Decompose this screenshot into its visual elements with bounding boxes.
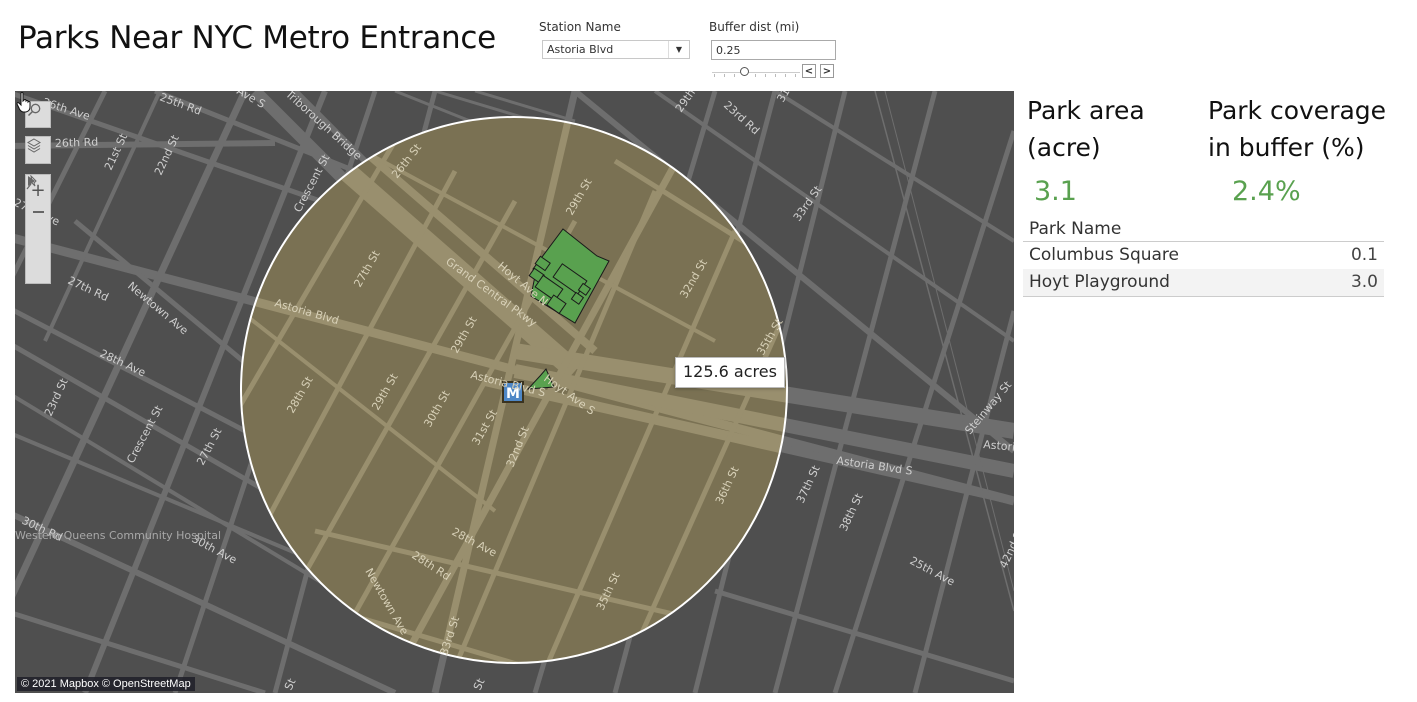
map-attribution[interactable]: © 2021 Mapbox © OpenStreetMap (17, 677, 195, 691)
slider-tick (755, 74, 756, 77)
park-acres: 0.1 (1350, 245, 1378, 265)
map-layers-button[interactable] (25, 136, 51, 164)
park-acres: 3.0 (1350, 272, 1378, 292)
street-label: 23rd Rd (721, 99, 762, 138)
park-name: Columbus Square (1029, 245, 1180, 265)
minus-icon (32, 211, 44, 213)
street-label: 26th Rd (55, 135, 99, 150)
chevron-down-icon[interactable]: ▼ (668, 41, 689, 58)
play-icon (28, 176, 35, 186)
park-table: Park Name Columbus Square 0.1 Hoyt Playg… (1023, 218, 1384, 297)
park-area-title-line2: (acre) (1027, 133, 1101, 162)
park-coverage-title-line1: Park coverage (1208, 96, 1387, 125)
station-name-dropdown[interactable]: Astoria Blvd ▼ (542, 40, 690, 59)
table-row[interactable]: Hoyt Playground 3.0 (1023, 269, 1384, 297)
slider-tick (714, 74, 715, 77)
buffer-next-button[interactable]: > (820, 64, 834, 78)
slider-tick (724, 74, 725, 77)
buffer-dist-label: Buffer dist (mi) (709, 20, 800, 34)
hand-cursor-icon (16, 92, 31, 113)
park-name: Hoyt Playground (1029, 272, 1170, 292)
street-label: 23rd St (42, 376, 71, 418)
buffer-prev-button[interactable]: < (802, 64, 816, 78)
street-label: 22nd St (152, 132, 182, 177)
page-title: Parks Near NYC Metro Entrance (18, 20, 496, 56)
slider-tick (734, 74, 735, 77)
slider-tick (775, 74, 776, 77)
station-name-label: Station Name (539, 20, 621, 34)
map-zoom-toolbar: + (25, 174, 51, 284)
poi-label: Western Queens Community Hospital (15, 529, 221, 542)
park-area-title-line1: Park area (1027, 96, 1145, 125)
street-label: St (471, 676, 488, 692)
street-label: 38th St (837, 491, 866, 533)
zoom-out-button[interactable] (32, 201, 44, 223)
slider-track (712, 72, 800, 73)
park-area-value: 3.1 (1034, 176, 1077, 207)
street-label: 27th Rd (66, 274, 111, 304)
park-area-title: Park area (acre) (1027, 92, 1145, 166)
street-label: Astoria Blvd S (836, 454, 914, 478)
street-label: Astoria (983, 438, 1014, 454)
street-label: 42nd St (997, 525, 1014, 570)
slider-tick (795, 74, 796, 77)
area-tooltip: 125.6 acres (675, 357, 785, 388)
park-coverage-title-line2: in buffer (%) (1208, 133, 1365, 162)
street-label: 37th St (794, 463, 823, 505)
buffer-dist-slider[interactable] (712, 66, 800, 78)
slider-thumb[interactable] (740, 67, 749, 76)
slider-tick (785, 74, 786, 77)
map-canvas: M 26th Ave 25th Rd Ave S Triborough Brid… (15, 91, 1014, 693)
buffer-dist-input[interactable] (711, 40, 836, 60)
street-label: 29th St (673, 91, 707, 115)
park-table-header: Park Name (1023, 218, 1384, 242)
street-label: St (282, 676, 299, 692)
station-name-value: Astoria Blvd (547, 43, 614, 56)
slider-tick (765, 74, 766, 77)
layers-icon (27, 138, 41, 153)
map-view[interactable]: M 26th Ave 25th Rd Ave S Triborough Brid… (15, 91, 1014, 693)
table-row[interactable]: Columbus Square 0.1 (1023, 242, 1384, 269)
park-coverage-title: Park coverage in buffer (%) (1208, 92, 1386, 166)
park-coverage-value: 2.4% (1232, 176, 1301, 207)
street-label: 25th Rd (158, 91, 203, 118)
